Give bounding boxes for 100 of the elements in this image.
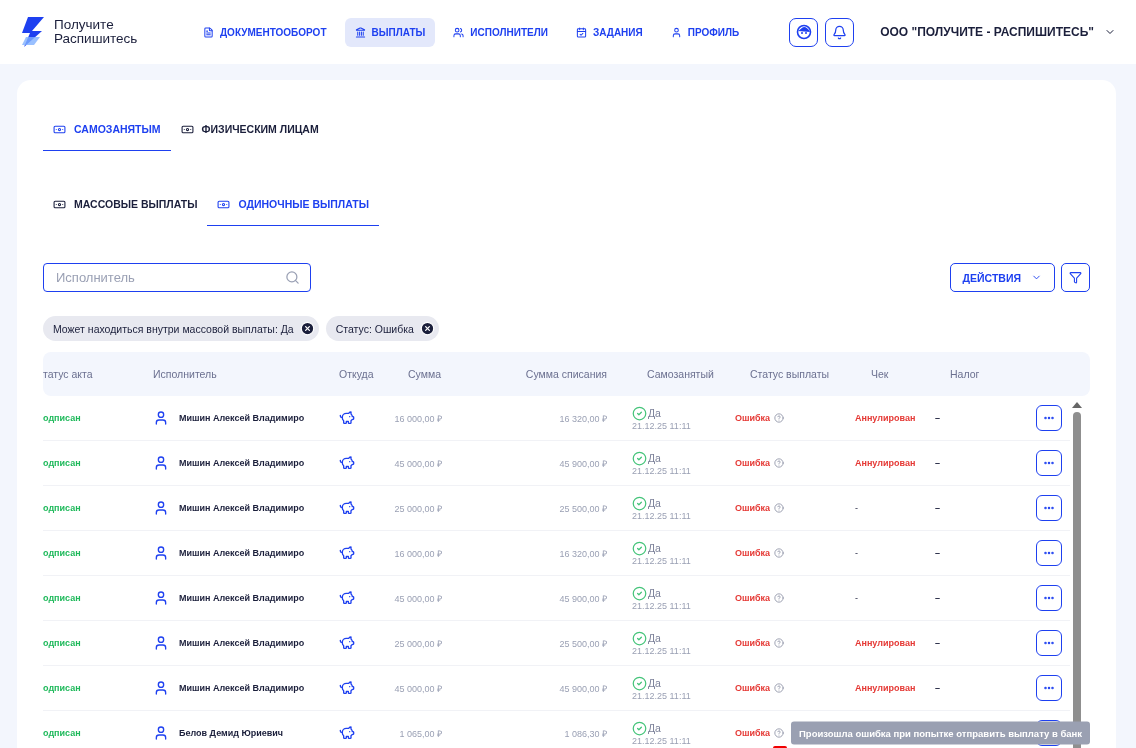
debit-amount: 45 900,00 ₽ (559, 682, 607, 695)
payout-status: Ошибка (735, 548, 771, 558)
tab[interactable]: МАССОВЫЕ ВЫПЛАТЫ (43, 183, 208, 226)
performer-name[interactable]: Мишин Алексей Владимиро (179, 413, 305, 423)
act-status: одписан (43, 638, 81, 648)
receipt-status: - (855, 593, 858, 603)
act-status: одписан (43, 503, 81, 513)
notifications-button[interactable] (825, 17, 855, 47)
payout-status: Ошибка (735, 728, 771, 738)
nav-icon (203, 26, 214, 38)
filter-label: Может находиться внутри массовой выплаты: Да (53, 322, 294, 335)
column-header: Сумма списания (525, 368, 607, 380)
amount: 16 000,00 ₽ (394, 547, 442, 560)
performer-name[interactable]: Мишин Алексей Владимиро (179, 593, 305, 603)
receipt-status: Аннулирован (855, 683, 916, 693)
more-button[interactable] (1036, 450, 1062, 476)
nav-item[interactable]: ЗАДАНИЯ (565, 17, 653, 47)
debit-amount: 16 320,00 ₽ (559, 412, 607, 425)
filter-label: Статус: Ошибка (335, 322, 414, 335)
tax-value: – (935, 593, 940, 603)
check-date: 21.12.25 11:11 (632, 690, 691, 701)
debit-amount: 25 500,00 ₽ (559, 502, 607, 515)
self-employed-value: Да (648, 542, 661, 554)
tax-value: – (935, 503, 940, 513)
filter-button[interactable] (1061, 263, 1090, 292)
person-icon (153, 500, 169, 516)
check-circle-icon (632, 450, 647, 466)
check-circle-icon (632, 630, 647, 646)
piggy-bank-icon (339, 410, 355, 426)
more-button[interactable] (1036, 585, 1062, 611)
tab[interactable]: ОДИНОЧНЫЕ ВЫПЛАТЫ (207, 183, 379, 226)
remove-filter-icon[interactable] (299, 321, 315, 336)
amount: 45 000,00 ₽ (394, 457, 442, 470)
piggy-bank-icon (339, 680, 355, 696)
performer-name[interactable]: Мишин Алексей Владимиро (179, 683, 305, 693)
person-icon (153, 725, 169, 741)
piggy-bank-icon (339, 635, 355, 651)
act-status: одписан (43, 728, 81, 738)
search-field[interactable]: Исполнитель (43, 263, 311, 292)
more-button[interactable] (1036, 405, 1062, 431)
tax-value: – (935, 458, 940, 468)
amount: 1 065,00 ₽ (399, 727, 442, 740)
person-icon (153, 590, 169, 606)
logo-icon (20, 17, 46, 47)
tooltip: Произошла ошибка при попытке отправить выплату в банк (791, 721, 1090, 745)
performer-name[interactable]: Мишин Алексей Владимиро (179, 503, 305, 513)
tab[interactable]: САМОЗАНЯТЫМ (43, 108, 171, 151)
payout-status: Ошибка (735, 413, 771, 423)
performer-name[interactable]: Мишин Алексей Владимиро (179, 638, 305, 648)
remove-filter-icon[interactable] (419, 321, 435, 336)
support-button[interactable] (789, 17, 819, 47)
self-employed-value: Да (648, 632, 661, 644)
face-icon (795, 24, 812, 40)
act-status: одписан (43, 413, 81, 423)
filter-icon (1069, 271, 1082, 284)
check-date: 21.12.25 11:11 (632, 600, 691, 611)
nav-item[interactable]: ПРОФИЛЬ (660, 17, 750, 47)
logo-text[interactable]: Получите Распишитесь (54, 18, 138, 46)
scroll-up-icon[interactable] (1072, 402, 1082, 408)
tax-value: – (935, 548, 940, 558)
payout-status: Ошибка (735, 638, 771, 648)
check-circle-icon (632, 720, 647, 736)
performer-name[interactable]: Мишин Алексей Владимиро (179, 458, 305, 468)
column-header: Чек (871, 368, 889, 380)
nav-item[interactable]: ДОКУМЕНТООБОРОТ (193, 17, 337, 47)
more-button[interactable] (1036, 495, 1062, 521)
performer-name[interactable]: Белов Демид Юриевич (179, 728, 284, 738)
company-menu[interactable]: ООО "ПОЛУЧИТЕ - РАСПИШИТЕСЬ" (880, 25, 1116, 39)
receipt-status: Аннулирован (855, 638, 916, 648)
amount: 16 000,00 ₽ (394, 412, 442, 425)
nav-icon (354, 26, 366, 38)
nav-item[interactable]: ИСПОЛНИТЕЛИ (443, 17, 558, 47)
check-date: 21.12.25 11:11 (632, 735, 691, 746)
performer-name[interactable]: Мишин Алексей Владимиро (179, 548, 305, 558)
nav-item[interactable]: ВЫПЛАТЫ (344, 17, 436, 47)
self-employed-value: Да (648, 452, 661, 464)
column-header: Налог (950, 368, 980, 380)
self-employed-value: Да (648, 722, 661, 734)
act-status: одписан (43, 683, 81, 693)
piggy-bank-icon (339, 590, 355, 606)
amount: 45 000,00 ₽ (394, 592, 442, 605)
column-header: татус акта (43, 368, 93, 380)
piggy-bank-icon (339, 455, 355, 471)
receipt-status: Аннулирован (855, 458, 916, 468)
person-icon (153, 635, 169, 651)
act-status: одписан (43, 593, 81, 603)
act-status: одписан (43, 548, 81, 558)
self-employed-value: Да (648, 407, 661, 419)
more-button[interactable] (1036, 630, 1062, 656)
more-button[interactable] (1036, 540, 1062, 566)
receipt-status: - (855, 503, 858, 513)
tab[interactable]: ФИЗИЧЕСКИМ ЛИЦАМ (170, 108, 329, 151)
piggy-bank-icon (339, 545, 355, 561)
debit-amount: 16 320,00 ₽ (559, 547, 607, 560)
more-button[interactable] (1036, 675, 1062, 701)
self-employed-value: Да (648, 677, 661, 689)
column-header: Статус выплаты (750, 368, 829, 380)
check-circle-icon (632, 495, 647, 511)
actions-button[interactable]: ДЕЙСТВИЯ (949, 263, 1055, 292)
person-icon (153, 545, 169, 561)
